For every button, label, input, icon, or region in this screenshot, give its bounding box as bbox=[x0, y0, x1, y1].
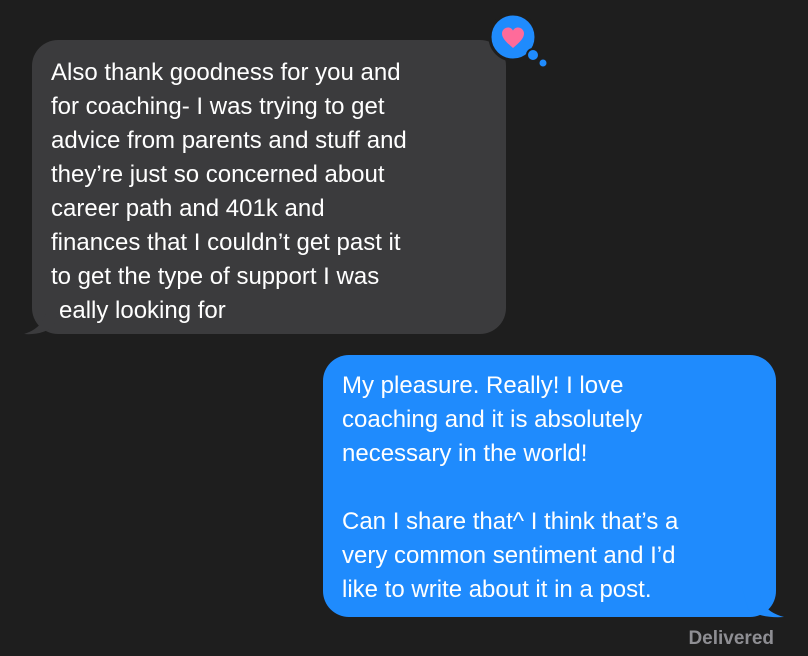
message-text-line: very common sentiment and I’d bbox=[342, 542, 676, 569]
message-text-line: necessary in the world! bbox=[342, 440, 588, 467]
message-text-line: advice from parents and stuff and bbox=[51, 127, 407, 154]
outgoing-bubble-tail bbox=[742, 587, 784, 618]
message-text-line: career path and 401k and bbox=[51, 195, 325, 222]
message-text-line: really looking for bbox=[51, 297, 226, 324]
message-text-line: My pleasure. Really! I love bbox=[342, 372, 624, 399]
message-text-line: finances that I couldn’t get past it bbox=[51, 229, 401, 256]
delivery-status: Delivered bbox=[688, 628, 774, 649]
message-text-line: coaching and it is absolutely bbox=[342, 406, 643, 433]
message-text-line: Also thank goodness for you and bbox=[51, 59, 401, 86]
incoming-bubble-tail bbox=[24, 304, 60, 335]
message-text-line: Can I share that^ I think that’s a bbox=[342, 508, 679, 535]
message-text-line: they’re just so concerned about bbox=[51, 161, 385, 188]
outgoing-message-bubble[interactable]: My pleasure. Really! I love coaching and… bbox=[323, 355, 776, 617]
incoming-message-bubble[interactable]: Also thank goodness for you and for coac… bbox=[32, 40, 506, 334]
message-text-line: for coaching- I was trying to get bbox=[51, 93, 385, 120]
message-text-line: to get the type of support I was bbox=[51, 263, 380, 290]
message-text-line: like to write about it in a post. bbox=[342, 576, 652, 603]
heart-icon[interactable] bbox=[484, 8, 552, 68]
